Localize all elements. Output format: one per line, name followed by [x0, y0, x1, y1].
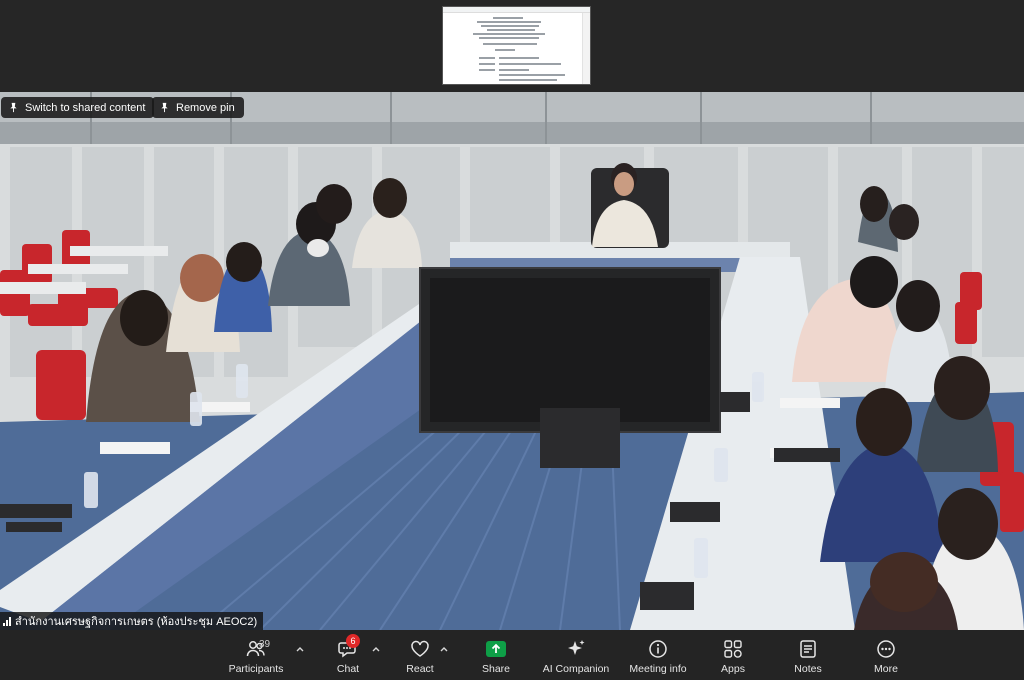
- more-label: More: [874, 662, 898, 675]
- shared-content-strip: [0, 0, 1024, 92]
- meeting-toolbar: 39 Participants 6 Chat React Share AI Co…: [0, 630, 1024, 680]
- meeting-info-label: Meeting info: [629, 662, 687, 675]
- ai-companion-label: AI Companion: [542, 662, 610, 675]
- chat-label: Chat: [336, 662, 360, 675]
- share-icon: [486, 640, 506, 657]
- ai-companion-button[interactable]: AI Companion: [540, 630, 612, 680]
- participant-name-tag: สำนักงานเศรษฐกิจการเกษตร (ห้องประชุม AEO…: [0, 612, 264, 630]
- pinned-video: [0, 92, 1024, 630]
- remove-pin-button[interactable]: Remove pin: [152, 97, 244, 118]
- shared-content-thumbnail[interactable]: [442, 6, 591, 85]
- apps-button[interactable]: Apps: [713, 630, 753, 680]
- notes-button[interactable]: Notes: [788, 630, 828, 680]
- participants-chevron-up-icon[interactable]: [295, 644, 305, 654]
- chat-badge: 6: [346, 633, 360, 648]
- meeting-info-button[interactable]: Meeting info: [624, 630, 692, 680]
- signal-icon: [3, 616, 11, 626]
- notes-icon: [800, 639, 816, 658]
- zoom-meeting-window: Switch to shared content Remove pin สำนั…: [0, 0, 1024, 680]
- apps-icon: [724, 639, 742, 658]
- participants-count: 39: [259, 638, 271, 650]
- apps-label: Apps: [721, 662, 745, 675]
- remove-pin-label: Remove pin: [176, 101, 235, 114]
- react-label: React: [406, 662, 434, 675]
- react-button[interactable]: React: [400, 630, 440, 680]
- participant-name: สำนักงานเศรษฐกิจการเกษตร (ห้องประชุม AEO…: [15, 616, 258, 628]
- switch-to-shared-content-button[interactable]: Switch to shared content: [1, 97, 155, 118]
- more-icon: [877, 639, 895, 658]
- pin-icon: [10, 102, 17, 113]
- ai-companion-icon: [568, 639, 585, 655]
- share-label: Share: [481, 662, 511, 675]
- more-button[interactable]: More: [866, 630, 906, 680]
- notes-label: Notes: [794, 662, 822, 675]
- participants-button[interactable]: 39 Participants: [226, 630, 286, 680]
- react-icon: [411, 640, 429, 657]
- share-button[interactable]: Share: [476, 630, 516, 680]
- info-icon: [649, 639, 667, 658]
- chat-chevron-up-icon[interactable]: [371, 644, 381, 654]
- pin-icon: [161, 102, 168, 113]
- participants-label: Participants: [228, 662, 284, 675]
- switch-label: Switch to shared content: [25, 101, 146, 114]
- chat-button[interactable]: 6 Chat: [328, 630, 368, 680]
- meeting-room-scene: [0, 92, 1024, 630]
- react-chevron-up-icon[interactable]: [439, 644, 449, 654]
